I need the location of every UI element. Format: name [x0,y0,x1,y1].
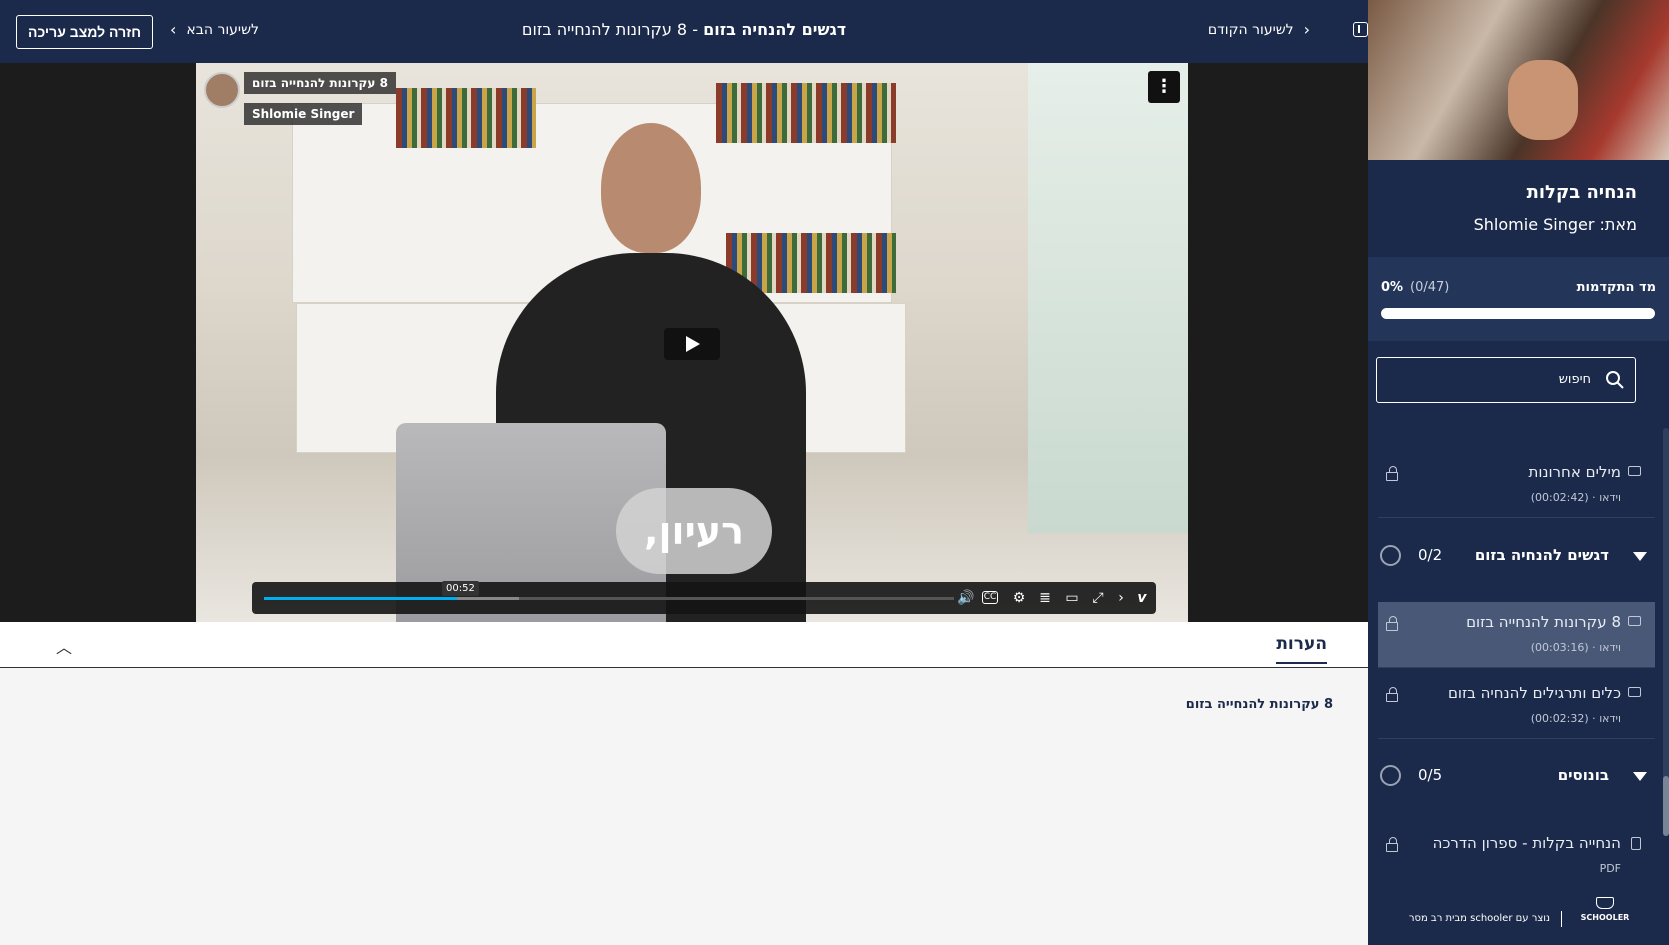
footer-credit[interactable]: נוצר עם schooler מבית רב מסר [1409,913,1550,924]
progress-label: מד התקדמות [1576,280,1656,295]
collapse-icon[interactable]: ︿ [56,634,72,658]
vimeo-icon[interactable]: v [1132,588,1152,608]
course-title: הנחיה בקלות [1526,182,1637,203]
footer-logo-text: SCHOOLER [1580,913,1630,922]
lesson-duration: (00:02:42) [1530,491,1589,504]
pip-icon[interactable]: ▭ [1062,588,1082,608]
triangle-down-icon [1633,772,1647,781]
seek-bar[interactable]: 00:52 [264,581,954,600]
progress-circle-icon [1380,545,1401,566]
scrollbar[interactable] [1663,428,1669,836]
section-header[interactable]: בונוסים 0/5 [1368,751,1669,803]
lesson-list: מילים אחרונות וידאו · (00:02:42) דגשים ל… [1368,403,1669,873]
lock-icon [1386,616,1398,631]
lesson-name: 8 עקרונות להנחייה בזום [521,20,688,39]
subtitle-caption: רעיון, [616,488,772,574]
transcript-icon[interactable]: ≣ [1035,588,1055,608]
notes-content: 8 עקרונות להנחייה בזום [1185,697,1333,712]
time-tooltip: 00:52 [442,581,479,596]
lesson-item[interactable]: הנחייה בקלות - ספרון הדרכה PDF [1378,823,1655,873]
section-title: בונוסים [1557,766,1609,784]
sidebar-toggle-icon[interactable] [1353,22,1368,37]
lesson-item[interactable]: כלים ותרגילים להנחיה בזום וידאו · (00:02… [1378,673,1655,739]
top-bar: חזרה למצב עריכה ‹ לשיעור הבא דגשים להנחי… [0,0,1368,63]
lesson-item-title: מילים אחרונות [1528,463,1621,481]
progress-section: מד התקדמות (0/47) 0% [1368,257,1669,341]
fullscreen-icon[interactable]: ⤢ [1088,588,1108,608]
presenter-head [601,123,701,253]
high-five-hands [1508,60,1578,140]
books [396,88,536,148]
play-button[interactable] [664,328,720,360]
progress-fill [264,597,458,600]
search-input[interactable]: חיפוש [1376,357,1636,403]
window [1028,63,1188,533]
lock-icon [1386,687,1398,702]
lesson-item-title: הנחייה בקלות - ספרון הדרכה [1432,834,1621,852]
video-player[interactable]: רעיון, 8 עקרונות להנחייה בזום Shlomie Si… [196,63,1188,622]
course-progress-bar [1381,308,1655,319]
video-icon [1628,466,1641,476]
tab-notes[interactable]: הערות [1276,634,1327,664]
search-icon [1606,371,1624,389]
settings-icon[interactable]: ⚙ [1009,588,1029,608]
divider [1561,911,1562,927]
section-count: 0/2 [1418,546,1443,564]
notes-tab-bar: ︿ הערות [0,622,1368,668]
video-icon [1628,687,1641,697]
progress-circle-icon [1380,765,1401,786]
lock-icon [1386,466,1398,481]
prev-lesson-label: לשיעור הקודם [1207,22,1294,38]
triangle-down-icon [1633,552,1647,561]
lesson-item[interactable]: מילים אחרונות וידאו · (00:02:42) [1378,452,1655,518]
player-controls: 00:52 🔊 CC ⚙ ≣ ▭ ⤢ › v [252,581,1156,614]
lesson-duration: (00:02:32) [1530,712,1589,725]
video-overlay-title[interactable]: 8 עקרונות להנחייה בזום [244,72,396,94]
video-icon [1628,616,1641,626]
lesson-item-title: כלים ותרגילים להנחיה בזום [1447,684,1621,702]
course-sidebar: הנחיה בקלות מאת: Shlomie Singer מד התקדמ… [1368,0,1669,945]
notes-panel: 8 עקרונות להנחייה בזום [0,668,1368,945]
prev-lesson-link[interactable]: לשיעור הקודם › [1207,20,1310,39]
cc-icon[interactable]: CC [982,591,998,604]
video-area: רעיון, 8 עקרונות להנחייה בזום Shlomie Si… [0,63,1368,622]
lesson-section-name: דגשים להנחיה בזום [703,20,847,39]
schooler-logo[interactable]: SCHOOLER [1580,897,1630,922]
course-author: מאת: Shlomie Singer [1473,215,1637,234]
book-icon [1596,897,1614,909]
pdf-icon [1631,837,1641,850]
lesson-item-meta: וידאו · (00:02:32) [1530,712,1621,725]
lock-icon [1386,837,1398,852]
lesson-type: PDF [1599,862,1621,873]
title-separator: - [687,20,704,39]
progress-percent: 0% [1381,280,1404,295]
section-count: 0/5 [1418,766,1443,784]
lesson-type: וידאו [1599,641,1621,654]
video-overlay-author[interactable]: Shlomie Singer [244,103,363,125]
lesson-item-meta: וידאו · (00:02:42) [1530,491,1621,504]
chevron-right-icon: › [1303,20,1310,39]
section-header[interactable]: דגשים להנחיה בזום 0/2 [1368,531,1669,583]
books [716,83,896,143]
lesson-duration: (00:03:16) [1530,641,1589,654]
lesson-type: וידאו [1599,491,1621,504]
lesson-title: דגשים להנחיה בזום - 8 עקרונות להנחייה בז… [0,20,1368,39]
search-placeholder: חיפוש [1558,372,1591,387]
lesson-type: וידאו [1599,712,1621,725]
lesson-item-active[interactable]: 8 עקרונות להנחייה בזום וידאו · (00:03:16… [1378,602,1655,668]
lesson-item-title: 8 עקרונות להנחייה בזום [1466,613,1621,631]
course-cover-image [1368,0,1669,160]
lesson-item-meta: וידאו · (00:03:16) [1530,641,1621,654]
progress-count: (0/47) [1410,280,1450,295]
volume-icon[interactable]: 🔊 [956,588,976,608]
chevron-icon[interactable]: › [1111,588,1131,608]
avatar[interactable] [204,72,240,108]
scrollbar-thumb[interactable] [1663,776,1669,836]
sidebar-footer: SCHOOLER נוצר עם schooler מבית רב מסר [1368,873,1669,945]
lesson-item-meta: PDF [1600,862,1621,873]
more-options-icon[interactable]: ⋮ [1148,71,1180,103]
section-title: דגשים להנחיה בזום [1474,546,1609,564]
